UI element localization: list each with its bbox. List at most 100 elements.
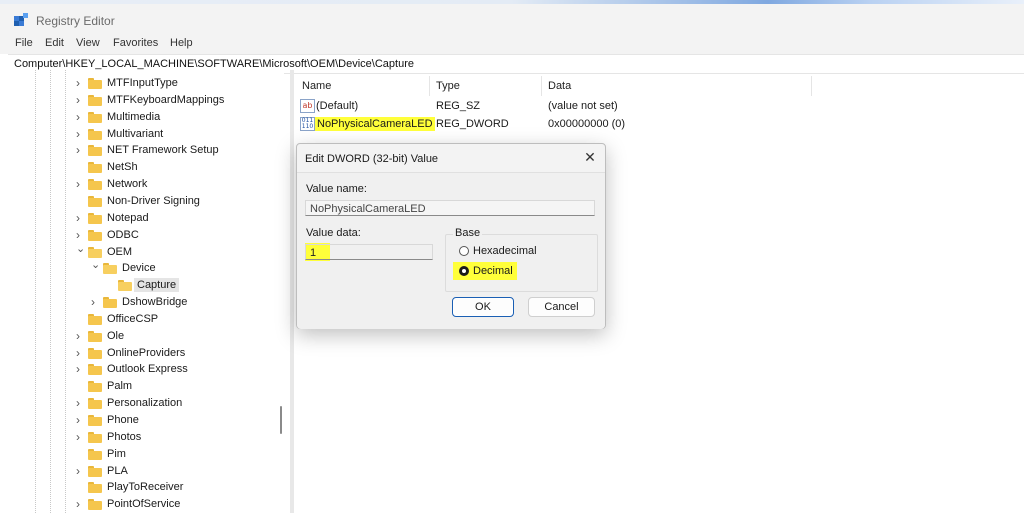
- tree-item-label: Phone: [107, 414, 139, 426]
- chevron-down-icon[interactable]: ⌄: [76, 243, 85, 254]
- chevron-right-icon[interactable]: ›: [76, 229, 84, 241]
- tree-item[interactable]: Non-Driver Signing: [0, 193, 284, 210]
- chevron-right-icon[interactable]: ›: [76, 77, 84, 89]
- title-bar: Registry Editor: [0, 4, 1024, 34]
- value-name-field[interactable]: NoPhysicalCameraLED: [305, 200, 595, 216]
- tree-item[interactable]: › Outlook Express: [0, 361, 284, 378]
- column-header-data[interactable]: Data: [548, 80, 571, 92]
- menu-edit[interactable]: Edit: [45, 37, 64, 49]
- folder-icon: [88, 347, 102, 359]
- hexadecimal-radio[interactable]: [459, 246, 469, 256]
- tree-item[interactable]: › Personalization: [0, 395, 284, 412]
- value-name: NoPhysicalCameraLED: [315, 117, 435, 131]
- tree-item-label: OEM: [107, 245, 133, 258]
- tree-item[interactable]: › ODBC: [0, 227, 284, 244]
- menu-file[interactable]: File: [15, 37, 33, 49]
- dword-value-icon: 011 110: [300, 117, 315, 131]
- column-header-name[interactable]: Name: [302, 80, 331, 92]
- chevron-right-icon[interactable]: ›: [76, 128, 84, 140]
- cancel-button[interactable]: Cancel: [528, 297, 595, 317]
- tree-item[interactable]: › Multimedia: [0, 109, 284, 126]
- column-divider[interactable]: [429, 76, 430, 96]
- chevron-right-icon[interactable]: ›: [76, 414, 84, 426]
- tree-item[interactable]: › DshowBridge: [0, 294, 284, 311]
- decimal-radio[interactable]: [459, 266, 469, 276]
- value-data: (value not set): [548, 100, 618, 112]
- tree-item-label: Notepad: [107, 211, 149, 224]
- tree-item[interactable]: › PointOfService: [0, 496, 284, 513]
- column-header-type[interactable]: Type: [436, 80, 460, 92]
- chevron-right-icon[interactable]: ›: [76, 397, 84, 409]
- menu-view[interactable]: View: [76, 37, 100, 49]
- value-name-label: Value name:: [306, 183, 367, 195]
- folder-icon: [118, 280, 132, 292]
- tree-item[interactable]: PlayToReceiver: [0, 479, 284, 496]
- chevron-down-icon[interactable]: ⌄: [91, 260, 100, 271]
- tree-item-label: Personalization: [107, 397, 183, 410]
- dialog-body: Value name: NoPhysicalCameraLED Value da…: [297, 172, 605, 329]
- tree-item[interactable]: NetSh: [0, 159, 284, 176]
- folder-icon: [88, 229, 102, 241]
- tree-item[interactable]: Palm: [0, 378, 284, 395]
- tree-item[interactable]: › Photos: [0, 429, 284, 446]
- tree-item-label: Outlook Express: [107, 363, 188, 376]
- tree-item[interactable]: › Notepad: [0, 210, 284, 227]
- tree-item[interactable]: › Multivariant: [0, 126, 284, 143]
- registry-app-icon: [14, 13, 28, 26]
- chevron-right-icon[interactable]: ›: [76, 347, 84, 359]
- ok-button[interactable]: OK: [452, 297, 514, 317]
- folder-icon: [88, 195, 102, 207]
- folder-icon: [88, 499, 102, 511]
- value-data-input[interactable]: 1: [305, 244, 433, 260]
- tree-item[interactable]: OfficeCSP: [0, 311, 284, 328]
- column-divider[interactable]: [811, 76, 812, 96]
- tree-item[interactable]: › OnlineProviders: [0, 345, 284, 362]
- folder-icon: [103, 297, 117, 309]
- window-title: Registry Editor: [36, 14, 115, 28]
- tree-item-label: NET Framework Setup: [107, 144, 219, 157]
- address-path[interactable]: Computer\HKEY_LOCAL_MACHINE\SOFTWARE\Mic…: [14, 58, 414, 70]
- chevron-right-icon[interactable]: ›: [76, 363, 84, 375]
- tree-item[interactable]: Capture: [0, 277, 284, 294]
- chevron-right-icon[interactable]: ›: [76, 431, 84, 443]
- string-value-icon: ab: [300, 99, 315, 113]
- folder-icon: [88, 448, 102, 460]
- folder-icon: [88, 128, 102, 140]
- folder-icon: [88, 162, 102, 174]
- menu-favorites[interactable]: Favorites: [113, 37, 158, 49]
- folder-icon: [88, 111, 102, 123]
- tree-scrollbar[interactable]: [276, 70, 286, 513]
- close-icon[interactable]: ✕: [581, 148, 599, 166]
- key-tree[interactable]: › MTFInputType › MTFKeyboardMappings › Multim…: [0, 70, 284, 513]
- chevron-right-icon[interactable]: ›: [76, 94, 84, 106]
- tree-item[interactable]: ⌄ Device: [0, 260, 284, 277]
- tree-item[interactable]: ⌄ OEM: [0, 243, 284, 261]
- tree-item[interactable]: › MTFInputType: [0, 75, 284, 92]
- tree-item[interactable]: › Ole: [0, 328, 284, 345]
- tree-item-label: Capture: [134, 278, 180, 293]
- tree-item[interactable]: Pim: [0, 446, 284, 463]
- chevron-right-icon[interactable]: ›: [76, 178, 84, 190]
- tree-item-label: Pim: [107, 447, 126, 460]
- chevron-right-icon[interactable]: ›: [76, 498, 84, 510]
- tree-item[interactable]: › NET Framework Setup: [0, 142, 284, 159]
- hexadecimal-label[interactable]: Hexadecimal: [473, 245, 537, 257]
- value-type: REG_DWORD: [436, 118, 509, 130]
- tree-item[interactable]: › Phone: [0, 412, 284, 429]
- menu-bar: File Edit View Favorites Help: [0, 34, 1024, 54]
- folder-icon: [88, 246, 102, 258]
- column-divider[interactable]: [541, 76, 542, 96]
- decimal-label[interactable]: Decimal: [473, 265, 513, 277]
- chevron-right-icon[interactable]: ›: [76, 212, 84, 224]
- tree-scrollbar-thumb[interactable]: [280, 406, 282, 434]
- chevron-right-icon[interactable]: ›: [91, 296, 99, 308]
- chevron-right-icon[interactable]: ›: [76, 330, 84, 342]
- value-name: (Default): [316, 100, 359, 112]
- tree-item[interactable]: › Network: [0, 176, 284, 193]
- tree-item[interactable]: › PLA: [0, 463, 284, 480]
- chevron-right-icon[interactable]: ›: [76, 144, 84, 156]
- menu-help[interactable]: Help: [170, 37, 193, 49]
- chevron-right-icon[interactable]: ›: [76, 111, 84, 123]
- tree-item[interactable]: › MTFKeyboardMappings: [0, 92, 284, 109]
- chevron-right-icon[interactable]: ›: [76, 465, 84, 477]
